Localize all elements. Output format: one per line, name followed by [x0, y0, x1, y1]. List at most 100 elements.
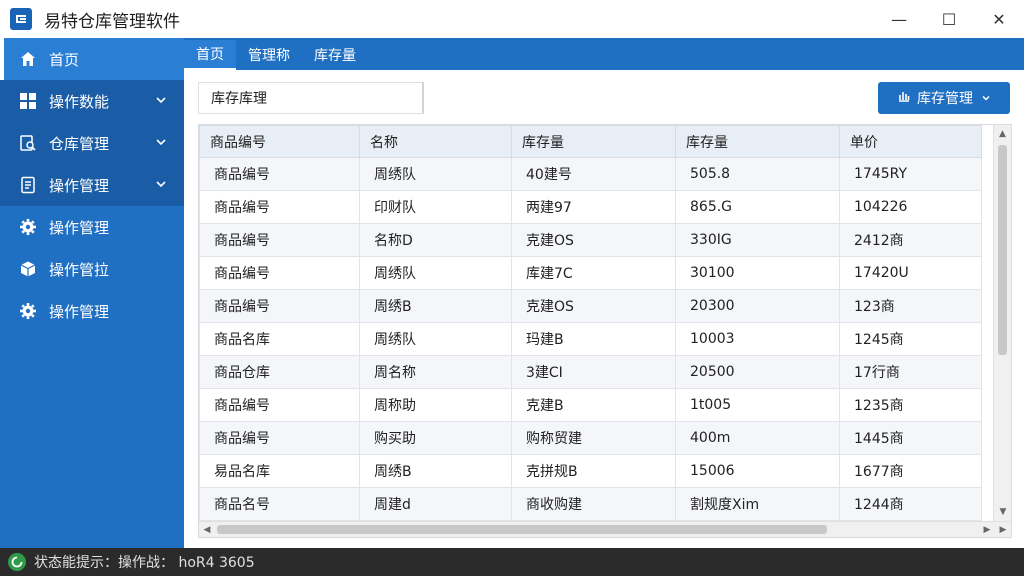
table-cell: 商品仓库: [199, 355, 360, 389]
gear-icon: [19, 302, 37, 320]
table-row[interactable]: 易品名库 周绣B 克拼规B 15006 1677商: [199, 454, 982, 488]
table-row[interactable]: 商品编号 周绣队 库建7C 30100 17420U: [199, 256, 982, 290]
horizontal-scrollbar[interactable]: ◀ ▶ ▶: [199, 521, 1011, 537]
app-title: 易特仓库管理软件: [44, 11, 180, 32]
table-cell: 周建d: [359, 487, 512, 521]
document-icon: [19, 176, 37, 194]
sidebar-item-settings[interactable]: 操作管理: [0, 206, 184, 248]
scroll-right-icon[interactable]: ▶: [995, 525, 1011, 535]
tab-inventory[interactable]: 库存量: [302, 40, 368, 70]
sidebar-item-operations[interactable]: 操作数能: [0, 80, 184, 122]
table-cell: 周绣队: [359, 157, 512, 191]
table-row[interactable]: 商品编号 周称助 克建B 1t005 1235商: [199, 388, 982, 422]
maximize-button[interactable]: ☐: [924, 0, 974, 38]
sidebar-item-label: 操作管理: [49, 218, 110, 237]
sidebar-item-settings-2[interactable]: 操作管理: [0, 290, 184, 332]
sidebar-item-management[interactable]: 操作管理: [0, 164, 184, 206]
table-cell: 2412商: [839, 223, 982, 257]
window-controls: — ☐ ✕: [874, 0, 1024, 38]
table-cell: 克建OS: [511, 289, 676, 323]
table-cell: 周绣B: [359, 289, 512, 323]
table-row[interactable]: 商品名库 周绣队 玛建B 10003 1245商: [199, 322, 982, 356]
table-cell: 周名称: [359, 355, 512, 389]
main-content: 库存库理 库存管理 商品编号 名称 库存量 库存量 单价 商品编号 周绣队 40…: [184, 70, 1024, 548]
table-cell: 20500: [675, 355, 840, 389]
tab-management[interactable]: 管理称: [236, 40, 302, 70]
table-cell: 两建97: [511, 190, 676, 224]
sidebar-item-home[interactable]: 首页: [0, 38, 184, 80]
table-body: 商品编号 周绣队 40建号 505.8 1745RY 商品编号 印财队 两建97 865.G 10…: [199, 157, 982, 537]
table-cell: 1235商: [839, 388, 982, 422]
table-cell: 123商: [839, 289, 982, 323]
table-cell: 克建OS: [511, 223, 676, 257]
table-cell: 克拼规B: [511, 454, 676, 488]
sidebar-item-label: 仓库管理: [49, 134, 110, 153]
chart-icon: [897, 89, 911, 107]
table-cell: 玛建B: [511, 322, 676, 356]
scrollbar-thumb[interactable]: [998, 145, 1007, 355]
sidebar-item-label: 首页: [49, 50, 80, 69]
table-cell: 商品编号: [199, 388, 360, 422]
table-cell: 330IG: [675, 223, 840, 257]
table-cell: 400m: [675, 421, 840, 455]
search-document-icon: [19, 134, 37, 152]
table-row[interactable]: 商品编号 印财队 两建97 865.G 104226: [199, 190, 982, 224]
tab-bar: 首页 管理称 库存量: [184, 38, 1024, 70]
inventory-management-button[interactable]: 库存管理: [878, 82, 1010, 114]
table-cell: 名称D: [359, 223, 512, 257]
table-cell: 易品名库: [199, 454, 360, 488]
app-logo-icon: [10, 8, 32, 30]
column-header[interactable]: 商品编号: [199, 125, 360, 158]
tab-home[interactable]: 首页: [184, 40, 236, 70]
chevron-down-icon: [156, 139, 166, 146]
search-input[interactable]: 库存库理: [198, 82, 424, 114]
scroll-down-icon[interactable]: ▼: [994, 503, 1011, 521]
table-cell: 印财队: [359, 190, 512, 224]
table-cell: 商品编号: [199, 190, 360, 224]
vertical-scrollbar[interactable]: ▲ ▼: [993, 125, 1011, 521]
sidebar-item-label: 操作管拉: [49, 260, 110, 279]
table-row[interactable]: 商品仓库 周名称 3建CI 20500 17行商: [199, 355, 982, 389]
table-cell: 周称助: [359, 388, 512, 422]
sidebar: 首页 操作数能 仓库管理 操作管理 操作管理 操作管拉 操作管理: [0, 38, 184, 548]
table-cell: 商品编号: [199, 256, 360, 290]
scroll-right-icon[interactable]: ▶: [979, 525, 995, 535]
title-bar: 易特仓库管理软件 — ☐ ✕: [0, 0, 1024, 38]
column-header[interactable]: 库存量: [511, 125, 676, 158]
table-row[interactable]: 商品编号 名称D 克建OS 330IG 2412商: [199, 223, 982, 257]
column-header[interactable]: 名称: [359, 125, 512, 158]
sidebar-item-inventory[interactable]: 操作管拉: [0, 248, 184, 290]
table-cell: 15006: [675, 454, 840, 488]
box-icon: [19, 260, 37, 278]
sidebar-item-warehouse[interactable]: 仓库管理: [0, 122, 184, 164]
table-row[interactable]: 商品编号 购买助 购称贸建 400m 1445商: [199, 421, 982, 455]
chevron-down-icon: [982, 95, 990, 101]
table-cell: 周绣队: [359, 256, 512, 290]
table-cell: 865.G: [675, 190, 840, 224]
status-text: 状态能提示：操作战： hoR4 3605: [34, 555, 255, 571]
scroll-left-icon[interactable]: ◀: [199, 525, 215, 535]
table-cell: 1244商: [839, 487, 982, 521]
table-cell: 3建CI: [511, 355, 676, 389]
table-cell: 商品名库: [199, 322, 360, 356]
table-cell: 1t005: [675, 388, 840, 422]
close-button[interactable]: ✕: [974, 0, 1024, 38]
table-cell: 505.8: [675, 157, 840, 191]
column-header[interactable]: 单价: [839, 125, 982, 158]
table-cell: 1677商: [839, 454, 982, 488]
action-button-label: 库存管理: [917, 91, 973, 107]
table-header-row: 商品编号 名称 库存量 库存量 单价: [199, 125, 982, 158]
table-row[interactable]: 商品编号 周绣队 40建号 505.8 1745RY: [199, 157, 982, 191]
table-cell: 17行商: [839, 355, 982, 389]
table-cell: 割规度Xim: [675, 487, 840, 521]
scrollbar-thumb[interactable]: [217, 525, 827, 534]
table-cell: 40建号: [511, 157, 676, 191]
column-header[interactable]: 库存量: [675, 125, 840, 158]
table-cell: 20300: [675, 289, 840, 323]
scroll-up-icon[interactable]: ▲: [994, 125, 1011, 143]
status-indicator-icon: [8, 553, 26, 571]
minimize-button[interactable]: —: [874, 0, 924, 38]
table-cell: 104226: [839, 190, 982, 224]
table-row[interactable]: 商品编号 周绣B 克建OS 20300 123商: [199, 289, 982, 323]
table-row[interactable]: 商品名号 周建d 商收购建 割规度Xim 1244商: [199, 487, 982, 521]
